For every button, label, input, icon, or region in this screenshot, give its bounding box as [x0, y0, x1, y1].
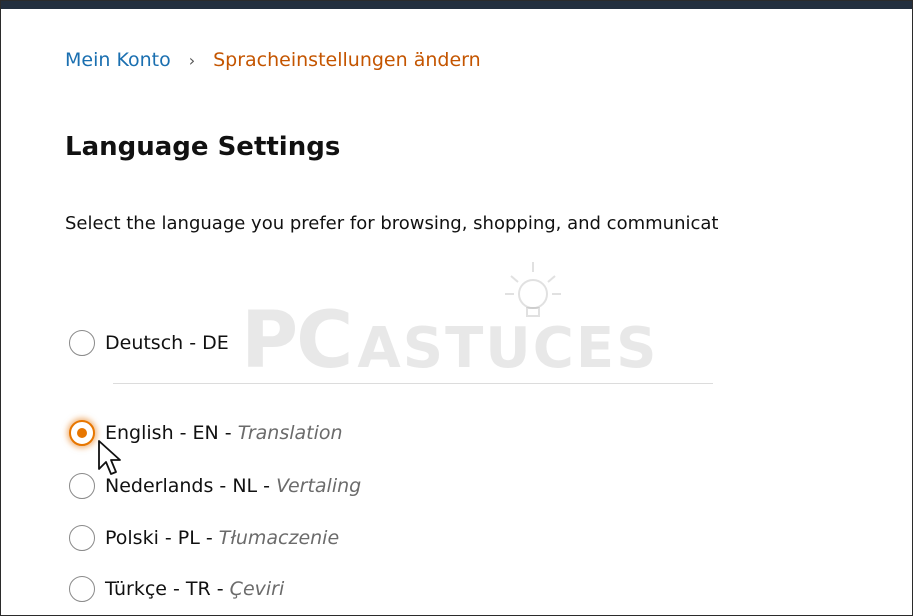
divider	[113, 383, 713, 384]
breadcrumb-separator: ›	[188, 51, 196, 70]
page-title: Language Settings	[65, 132, 341, 162]
language-name-de: Deutsch - DE	[105, 332, 229, 354]
language-label-en: English - EN - Translation	[105, 422, 343, 444]
language-option-pl[interactable]: Polski - PL - Tłumaczenie	[69, 523, 339, 553]
breadcrumb: Mein Konto › Spracheinstellungen ändern	[65, 49, 912, 77]
page-description: Select the language you prefer for brows…	[65, 213, 719, 234]
language-name-pl: Polski - PL	[105, 527, 200, 549]
language-option-nl[interactable]: Nederlands - NL - Vertaling	[69, 471, 361, 501]
top-navigation-bar	[1, 1, 912, 9]
lightbulb-icon	[505, 262, 561, 317]
translation-pl: Tłumaczenie	[218, 527, 340, 549]
language-label-pl: Polski - PL - Tłumaczenie	[105, 527, 340, 549]
language-name-nl: Nederlands - NL	[105, 475, 258, 497]
language-option-de[interactable]: Deutsch - DE	[69, 328, 229, 358]
page-frame: Mein Konto › Spracheinstellungen ändern La…	[0, 0, 913, 616]
language-label-de: Deutsch - DE	[105, 332, 229, 354]
language-name-en: English - EN	[105, 422, 219, 444]
watermark-pc: PC	[241, 296, 353, 386]
language-name-tr: Türkçe - TR	[105, 578, 211, 600]
watermark: PC ASTUCES	[241, 256, 681, 386]
language-option-en[interactable]: English - EN - Translation	[69, 418, 343, 448]
main-content: Mein Konto › Spracheinstellungen ändern La…	[65, 49, 912, 234]
language-label-nl: Nederlands - NL - Vertaling	[105, 475, 362, 497]
language-option-tr[interactable]: Türkçe - TR - Çeviri	[69, 574, 284, 604]
radio-en-selected[interactable]	[69, 420, 95, 446]
watermark-text: PC ASTUCES	[241, 296, 658, 386]
breadcrumb-current: Spracheinstellungen ändern	[213, 49, 481, 71]
radio-pl[interactable]	[69, 525, 95, 551]
radio-de[interactable]	[69, 330, 95, 356]
breadcrumb-link-account[interactable]: Mein Konto	[65, 49, 171, 71]
language-label-tr: Türkçe - TR - Çeviri	[105, 578, 285, 600]
translation-en: Translation	[237, 422, 343, 444]
translation-tr: Çeviri	[229, 578, 285, 600]
radio-tr[interactable]	[69, 576, 95, 602]
translation-nl: Vertaling	[276, 475, 362, 497]
radio-nl[interactable]	[69, 473, 95, 499]
watermark-astuces: ASTUCES	[357, 316, 659, 381]
